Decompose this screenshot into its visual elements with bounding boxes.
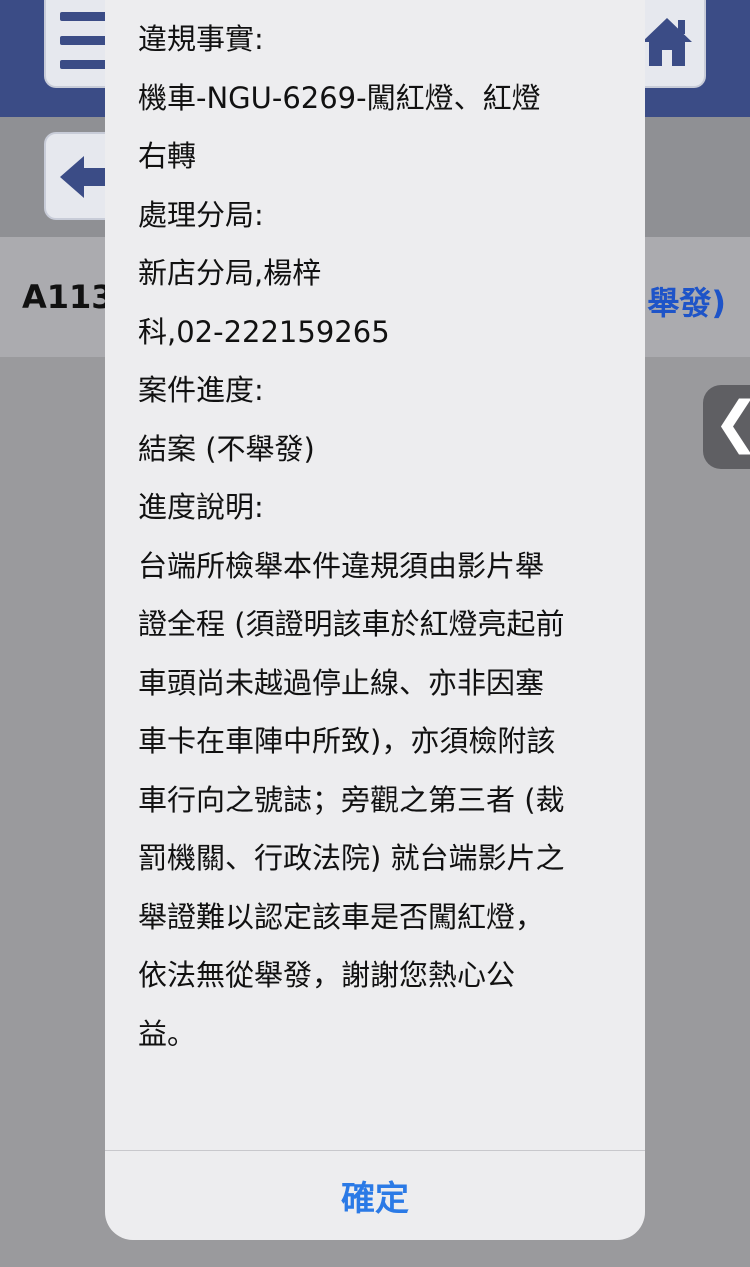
alert-line: 舉證難以認定該車是否闖紅燈， bbox=[138, 899, 545, 934]
alert-line: 車行向之號誌；旁觀之第三者 (裁 bbox=[138, 782, 565, 817]
side-drawer-tab[interactable]: ❮ bbox=[703, 385, 750, 469]
alert-dialog: 違規事實: 機車-NGU-6269-闖紅燈、紅燈 右轉 處理分局: 新店分局,楊… bbox=[105, 0, 645, 1240]
alert-line: 機車-NGU-6269-闖紅燈、紅燈 bbox=[138, 80, 541, 115]
alert-line: 依法無從舉發，謝謝您熱心公 bbox=[138, 958, 516, 992]
alert-line: 處理分局: bbox=[138, 197, 264, 232]
alert-line: 罰機關、行政法院) 就台端影片之 bbox=[138, 841, 565, 875]
alert-line: 結案 (不舉發) bbox=[138, 431, 315, 466]
alert-line: 車卡在車陣中所致)，亦須檢附該 bbox=[138, 724, 556, 758]
alert-line: 台端所檢舉本件違規須由影片舉 bbox=[138, 548, 545, 583]
alert-line: 益。 bbox=[138, 1016, 197, 1051]
case-id: A113 bbox=[22, 278, 114, 316]
alert-line: 進度說明: bbox=[138, 490, 264, 524]
case-status-link[interactable]: 舉發) bbox=[647, 278, 726, 324]
chevron-left-icon: ❮ bbox=[713, 395, 750, 451]
home-icon bbox=[642, 18, 692, 66]
confirm-button[interactable]: 確定 bbox=[105, 1151, 645, 1240]
alert-message: 違規事實: 機車-NGU-6269-闖紅燈、紅燈 右轉 處理分局: 新店分局,楊… bbox=[138, 10, 618, 1063]
alert-line: 科,02-222159265 bbox=[138, 314, 390, 349]
alert-line: 車頭尚未越過停止線、亦非因塞 bbox=[138, 665, 545, 700]
alert-line: 右轉 bbox=[138, 139, 197, 173]
alert-line: 違規事實: bbox=[138, 22, 264, 56]
alert-line: 證全程 (須證明該車於紅燈亮起前 bbox=[138, 607, 565, 641]
alert-line: 案件進度: bbox=[138, 373, 264, 407]
alert-line: 新店分局,楊梓 bbox=[138, 256, 322, 290]
